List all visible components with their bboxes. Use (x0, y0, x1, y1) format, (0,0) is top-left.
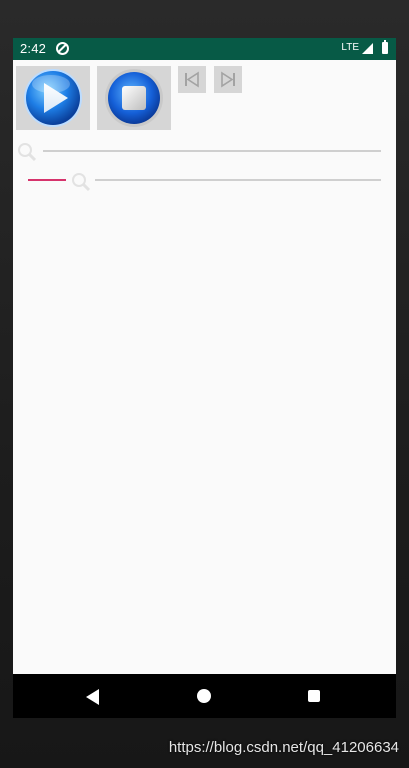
play-button[interactable] (16, 66, 90, 130)
network-type: LTE (341, 42, 359, 53)
device-frame: 2:42 LTE https://blog.csdn.net/qq_412066… (0, 0, 409, 768)
back-icon[interactable] (86, 689, 99, 705)
previous-button[interactable] (178, 66, 206, 93)
watermark-text: https://blog.csdn.net/qq_41206634 (168, 739, 399, 756)
status-bar: 2:42 LTE (13, 38, 396, 60)
navigation-bar (13, 674, 396, 718)
seekbar-progress (28, 179, 66, 181)
skip-previous-icon (185, 71, 199, 88)
stop-button[interactable] (97, 66, 171, 130)
magnifier-icon[interactable] (70, 172, 92, 194)
skip-next-icon (221, 71, 235, 88)
seekbar-track (95, 179, 381, 181)
recents-icon[interactable] (308, 690, 320, 702)
play-icon (24, 69, 82, 127)
home-icon[interactable] (197, 689, 211, 703)
status-time: 2:42 (20, 41, 47, 56)
app-notification-icon (56, 42, 69, 55)
magnifier-icon[interactable] (16, 142, 38, 164)
next-button[interactable] (214, 66, 242, 93)
seekbar-track (43, 150, 381, 152)
signal-icon (362, 43, 373, 54)
app-screen: 2:42 LTE (13, 38, 396, 718)
battery-icon (382, 40, 388, 54)
stop-icon (105, 69, 163, 127)
seekbar-2[interactable] (13, 171, 396, 193)
seekbar-1[interactable] (13, 142, 396, 164)
